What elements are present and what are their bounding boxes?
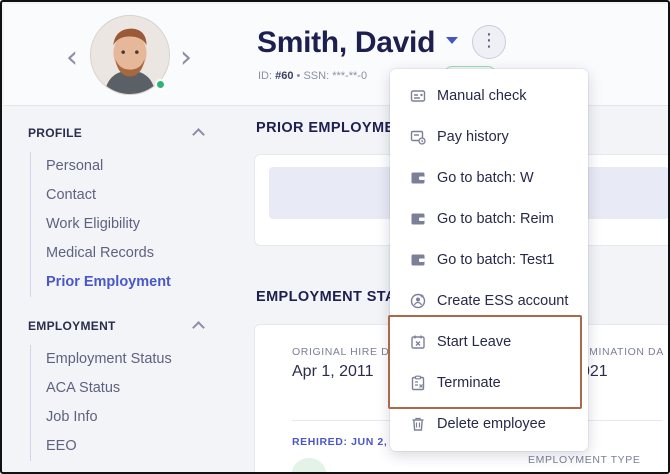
sidebar-item-job-info[interactable]: Job Info: [31, 403, 172, 432]
id-value: #60: [275, 70, 294, 82]
highlight-annotation: [388, 315, 582, 409]
user-add-icon: [410, 293, 426, 309]
sidebar-item-contact[interactable]: Contact: [31, 181, 171, 210]
menu-item-go-to-batch-reim[interactable]: Go to batch: Reim: [390, 198, 588, 239]
sidebar-item-employment-status[interactable]: Employment Status: [31, 345, 172, 374]
wallet-icon: [410, 252, 426, 268]
sidebar-item-personal[interactable]: Personal: [31, 152, 171, 181]
section-profile-heading[interactable]: PROFILE: [28, 126, 82, 140]
ssn-label: SSN:: [303, 70, 330, 82]
pay-history-icon: [410, 129, 426, 145]
employee-meta: ID: #60 • SSN: ***-**-0: [258, 70, 367, 82]
profile-nav: Personal Contact Work Eligibility Medica…: [30, 152, 171, 297]
app-frame: ‹ › Smith, David ⋮ ID: #60 • SSN: ***-**…: [0, 0, 670, 474]
sidebar-item-aca-status[interactable]: ACA Status: [31, 374, 172, 403]
section-employment-heading[interactable]: EMPLOYMENT: [28, 319, 116, 333]
employee-name: Smith, David: [257, 26, 436, 59]
id-label: ID:: [258, 70, 273, 82]
sidebar-item-eeo[interactable]: EEO: [31, 432, 172, 461]
menu-item-label: Go to batch: W: [437, 169, 534, 186]
menu-item-manual-check[interactable]: Manual check: [390, 75, 588, 116]
menu-item-label: Pay history: [437, 128, 509, 145]
menu-item-delete-employee[interactable]: Delete employee: [390, 403, 588, 444]
employment-nav: Employment Status ACA Status Job Info EE…: [30, 345, 172, 461]
previous-employee-icon[interactable]: ‹: [66, 43, 78, 73]
employment-status-title: EMPLOYMENT STA: [256, 289, 396, 305]
trash-icon: [410, 416, 426, 432]
sidebar-item-work-eligibility[interactable]: Work Eligibility: [31, 210, 171, 239]
sidebar-item-medical-records[interactable]: Medical Records: [31, 239, 171, 268]
more-options-icon[interactable]: ⋮: [472, 25, 506, 59]
original-hire-value: Apr 1, 2011: [292, 363, 374, 380]
online-status-dot: [155, 79, 166, 90]
menu-item-label: Delete employee: [437, 415, 546, 432]
original-hire-label: ORIGINAL HIRE D: [292, 346, 390, 358]
wallet-icon: [410, 211, 426, 227]
next-employee-icon[interactable]: ›: [180, 43, 192, 73]
menu-item-pay-history[interactable]: Pay history: [390, 116, 588, 157]
caret-down-icon[interactable]: [446, 37, 458, 44]
chevron-up-icon[interactable]: [192, 128, 205, 141]
menu-item-label: Go to batch: Reim: [437, 210, 554, 227]
sidebar: PROFILE Personal Contact Work Eligibilit…: [4, 106, 234, 472]
prior-employment-title: PRIOR EMPLOYME: [256, 120, 395, 136]
ssn-value: ***-**-0: [332, 70, 368, 82]
employment-type-label: EMPLOYMENT TYPE: [528, 454, 641, 466]
chevron-up-icon[interactable]: [192, 321, 205, 334]
menu-item-label: Manual check: [437, 87, 527, 104]
menu-item-go-to-batch-w[interactable]: Go to batch: W: [390, 157, 588, 198]
separator: •: [296, 70, 301, 82]
menu-item-go-to-batch-test1[interactable]: Go to batch: Test1: [390, 239, 588, 280]
menu-item-label: Go to batch: Test1: [437, 251, 555, 268]
termination-label: RMINATION DA: [581, 346, 664, 358]
menu-item-label: Create ESS account: [437, 292, 569, 309]
wallet-icon: [410, 170, 426, 186]
rehired-label: REHIRED: JUN 2,: [292, 436, 388, 448]
check-icon: [410, 88, 426, 104]
sidebar-item-prior-employment[interactable]: Prior Employment: [31, 268, 171, 297]
